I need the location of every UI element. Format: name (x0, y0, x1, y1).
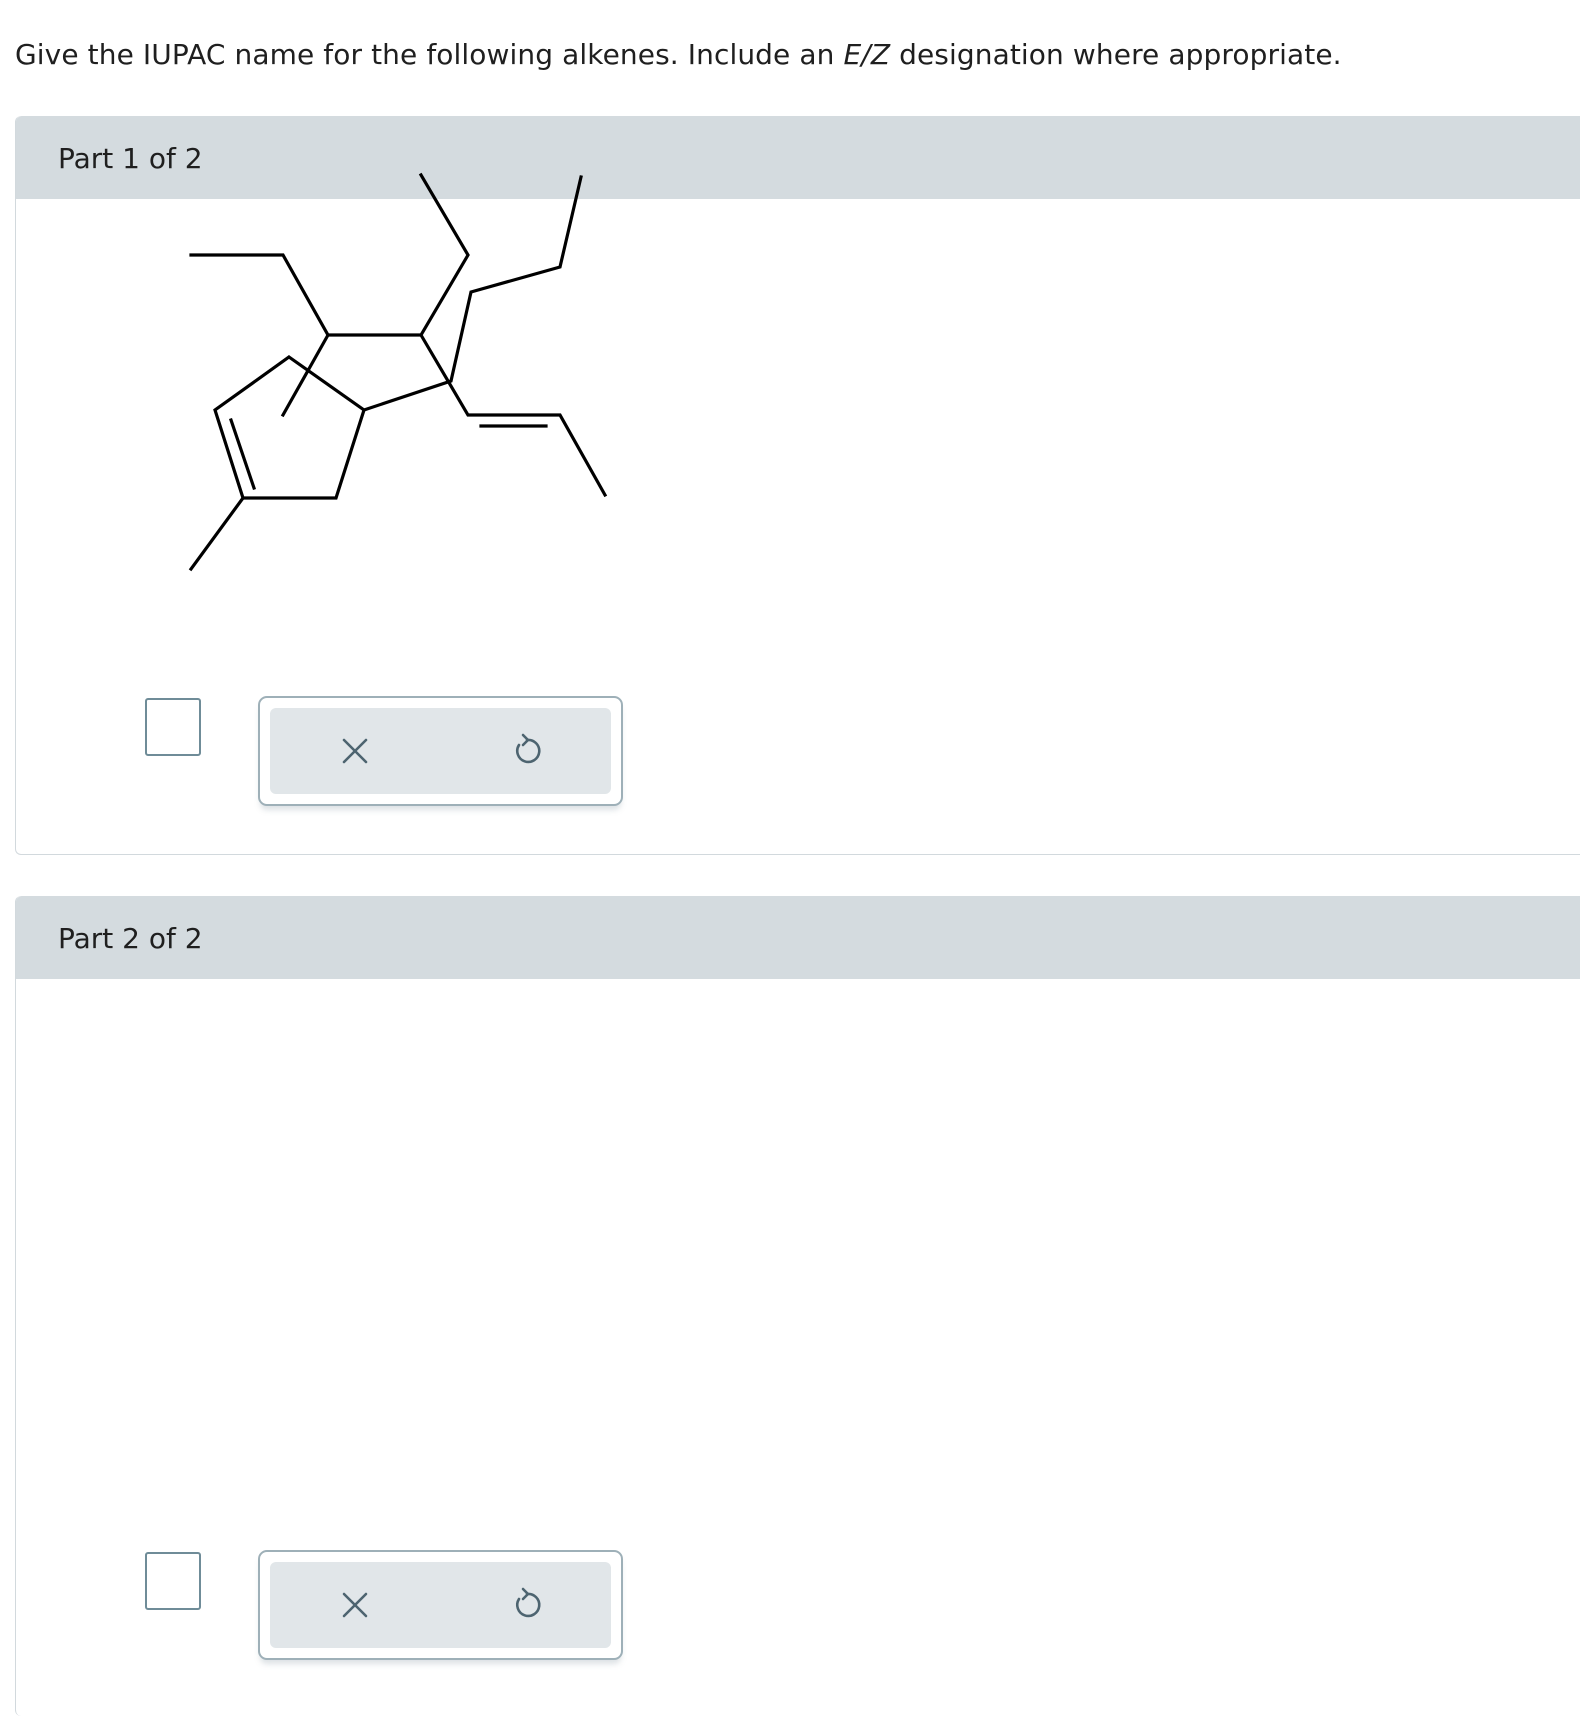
part-2-header: Part 2 of 2 (16, 896, 1580, 979)
undo-icon (516, 1587, 541, 1618)
x-icon (342, 1592, 368, 1618)
part-2-answer-input[interactable] (145, 1552, 201, 1610)
part-2-undo-button[interactable] (502, 1580, 552, 1630)
part-2-panel: Part 2 of 2 (15, 175, 1580, 1716)
part-2-title: Part 2 of 2 (58, 922, 203, 955)
part-2-toolbar-inner (270, 1562, 611, 1648)
prompt-text-end: designation where appropriate. (890, 38, 1342, 71)
part-2-answer-toolbar (258, 1550, 623, 1660)
prompt-ez-designation: E/Z (843, 38, 891, 71)
part-2-structure-diagram (188, 175, 583, 572)
part-2-clear-button[interactable] (330, 1580, 380, 1630)
